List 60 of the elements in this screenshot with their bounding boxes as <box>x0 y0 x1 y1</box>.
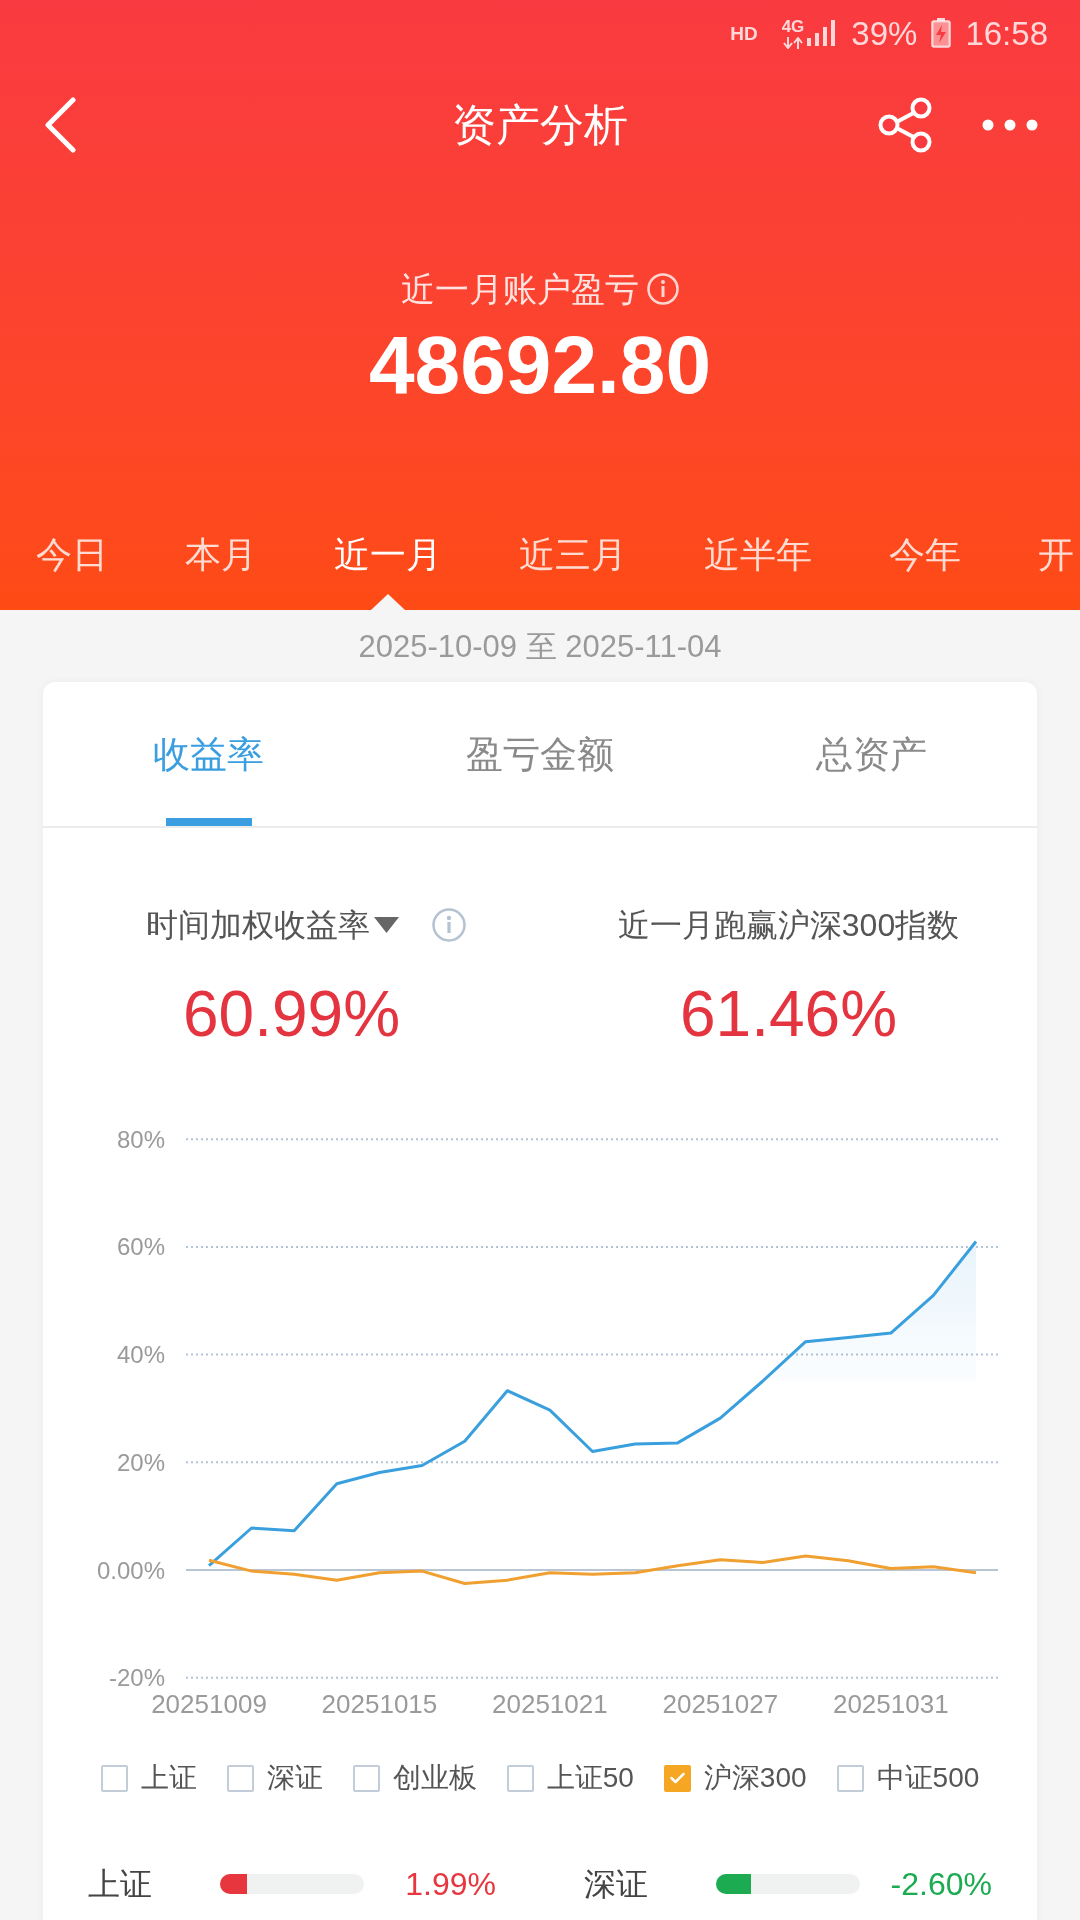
signal-icon <box>806 20 838 46</box>
period-tab[interactable]: 近一月 <box>334 500 442 610</box>
tab-underline-icon <box>165 818 252 826</box>
checkbox[interactable] <box>506 1764 534 1792</box>
hd-indicator: HD <box>730 23 758 43</box>
chart-tab[interactable]: 总资产 <box>705 682 1037 826</box>
index-name: 上证 <box>88 1868 153 1900</box>
x-axis-label: 20251021 <box>492 1689 608 1719</box>
summary-value: 48692.80 <box>369 324 711 406</box>
y-axis-label: -20% <box>108 1664 165 1692</box>
chart-tab[interactable]: 盈亏金额 <box>374 682 706 826</box>
checkbox[interactable] <box>226 1764 254 1792</box>
summary-label: 近一月账户盈亏 <box>401 272 639 306</box>
info-icon[interactable] <box>431 908 466 942</box>
checkbox-label[interactable]: 沪深300 <box>703 1764 807 1792</box>
index-name: 深证 <box>584 1868 649 1900</box>
info-icon[interactable] <box>647 273 679 305</box>
period-tab[interactable]: 开 <box>1038 500 1074 610</box>
checkbox-label[interactable]: 中证500 <box>876 1764 980 1792</box>
index-change: 1.99% <box>405 1868 496 1900</box>
page-title: 资产分析 <box>452 103 628 147</box>
data-arrows-icon <box>782 36 804 49</box>
period-tab[interactable]: 近半年 <box>704 500 812 610</box>
period-tab[interactable]: 今日 <box>36 500 108 610</box>
checkbox-label[interactable]: 上证50 <box>546 1764 634 1792</box>
network-type: 4G <box>781 17 805 35</box>
checkbox-label[interactable]: 深证 <box>266 1764 323 1792</box>
clock-time: 16:58 <box>965 16 1048 50</box>
period-tab[interactable]: 近三月 <box>519 500 627 610</box>
checkbox[interactable] <box>836 1764 864 1792</box>
index-change: -2.60% <box>890 1868 992 1900</box>
battery-percent: 39% <box>851 16 918 50</box>
checkbox-label[interactable]: 上证 <box>140 1764 197 1792</box>
battery-charging-icon <box>931 18 952 48</box>
metric-label: 近一月跑赢沪深300指数 <box>617 909 960 941</box>
x-axis-label: 20251009 <box>151 1689 267 1719</box>
y-axis-label: 80% <box>116 1125 165 1153</box>
x-axis-label: 20251031 <box>832 1689 949 1719</box>
share-icon[interactable] <box>878 97 934 153</box>
y-axis-label: 20% <box>116 1448 165 1476</box>
checkbox[interactable] <box>352 1764 380 1792</box>
x-axis-label: 20251027 <box>662 1689 779 1719</box>
checkbox-label[interactable]: 创业板 <box>392 1764 477 1792</box>
pointer-triangle-icon <box>371 594 405 610</box>
checkbox[interactable] <box>100 1764 128 1792</box>
period-tab[interactable]: 今年 <box>889 500 961 610</box>
more-options-icon[interactable] <box>982 119 1038 131</box>
metric-value: 60.99% <box>182 978 401 1050</box>
back-icon[interactable] <box>43 97 77 153</box>
y-axis-label: 60% <box>116 1233 165 1261</box>
metric-selector[interactable]: 时间加权收益率 <box>145 909 399 941</box>
y-axis-label: 40% <box>116 1341 165 1369</box>
checkbox[interactable] <box>663 1764 691 1792</box>
check-icon <box>669 1772 685 1784</box>
period-tab[interactable]: 本月 <box>185 500 257 610</box>
chart-tab[interactable]: 收益率 <box>43 682 375 826</box>
x-axis-label: 20251015 <box>321 1689 438 1719</box>
y-axis-label: 0.00% <box>96 1556 165 1584</box>
metric-value: 61.46% <box>679 978 898 1050</box>
date-range: 2025-10-09 至 2025-11-04 <box>358 630 722 662</box>
